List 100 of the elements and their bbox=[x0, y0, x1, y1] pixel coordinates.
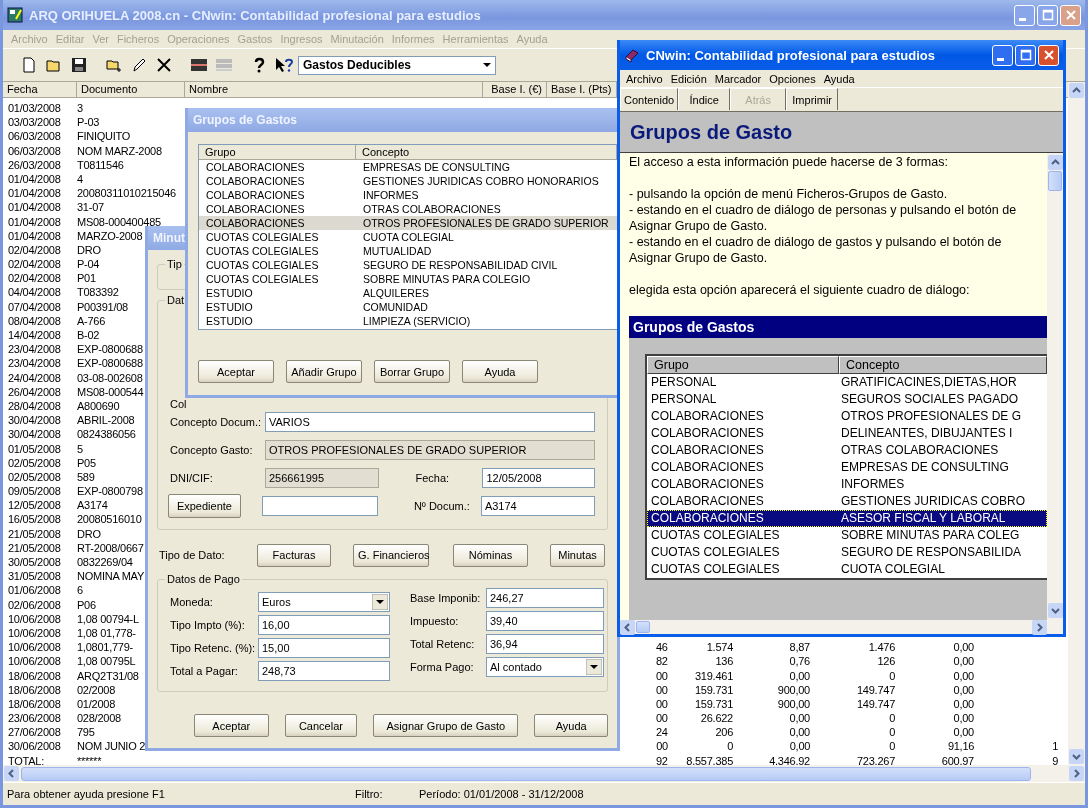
list-row[interactable]: COLABORACIONES GESTIONES JURIDICAS COBRO HONORARIOS bbox=[199, 174, 617, 188]
list-row[interactable]: ESTUDIO ALQUILERES bbox=[199, 286, 617, 300]
dialog-button[interactable]: Ayuda bbox=[534, 714, 608, 737]
menu-item[interactable]: Marcador bbox=[710, 72, 766, 85]
table-cell-text: 30/05/2008 bbox=[7, 555, 62, 570]
ledger-icon bbox=[214, 57, 233, 73]
menu-item[interactable]: Edición bbox=[666, 72, 711, 85]
horizontal-scrollbar[interactable] bbox=[620, 620, 1063, 634]
list-row[interactable]: CUOTAS COLEGIALES MUTUALIDAD bbox=[199, 244, 617, 258]
dialog-button[interactable]: Aceptar bbox=[198, 360, 274, 383]
group-label: Datos de Pago bbox=[166, 573, 241, 585]
dropdown[interactable]: Al contado bbox=[486, 656, 604, 677]
topic-title: Grupos de Gasto bbox=[630, 120, 793, 144]
list-row[interactable]: COLABORACIONES OTRAS COLABORACIONES bbox=[199, 202, 617, 216]
close-icon bbox=[1064, 9, 1077, 21]
list-row[interactable]: COLABORACIONES OTROS PROFESIONALES DE GRADO SUPERIOR bbox=[199, 216, 617, 230]
text-field[interactable] bbox=[261, 496, 378, 516]
minimize-button[interactable] bbox=[992, 44, 1013, 66]
data-type-button[interactable]: G. Financieros bbox=[353, 543, 429, 567]
help-nav-button[interactable]: Índice bbox=[678, 88, 731, 110]
text-field[interactable]: 39,40 bbox=[486, 610, 604, 631]
column-header[interactable]: Base I. (€) bbox=[483, 82, 547, 98]
dialog-button[interactable]: Añadir Grupo bbox=[286, 360, 362, 383]
list-row[interactable]: CUOTAS COLEGIALES SEGURO DE RESPONSABILIDAD CIVIL bbox=[199, 258, 617, 272]
help-paragraph: - estando en el cuadro de diálogo de personas y pulsando el botón de Asignar Grupo de Gasto. bbox=[629, 202, 1018, 234]
vertical-scrollbar[interactable] bbox=[1068, 82, 1085, 765]
minimize-icon bbox=[997, 57, 1004, 61]
list-row[interactable]: COLABORACIONES INFORMES bbox=[199, 188, 617, 202]
table-cell-text: 18/06/2008 bbox=[7, 696, 62, 712]
table-cell-text: 136 bbox=[714, 654, 733, 669]
list-row[interactable]: ESTUDIO LIMPIEZA (SERVICIO) bbox=[199, 314, 617, 328]
scrollbar-thumb[interactable] bbox=[1048, 171, 1062, 191]
field-label: Col bbox=[170, 397, 188, 411]
table-cell-text: 8,87 bbox=[788, 640, 810, 655]
table-cell-text: 24 bbox=[656, 725, 669, 740]
text-field[interactable]: 248,73 bbox=[258, 660, 390, 681]
table-cell-text: 02/04/2008 bbox=[7, 257, 62, 272]
column-header[interactable]: Documento bbox=[77, 82, 185, 98]
text-field[interactable]: 15,00 bbox=[258, 637, 390, 658]
vertical-scrollbar[interactable] bbox=[1047, 153, 1063, 620]
save-icon bbox=[70, 57, 87, 73]
table-cell-text: 0,76 bbox=[788, 654, 810, 669]
column-header[interactable]: Nombre bbox=[185, 82, 483, 98]
close-button[interactable] bbox=[1038, 44, 1059, 66]
data-type-button[interactable]: Facturas bbox=[257, 543, 331, 567]
table-cell-text: 00 bbox=[656, 739, 669, 754]
column-header[interactable]: Grupo bbox=[199, 145, 356, 160]
text-field[interactable]: OTROS PROFESIONALES DE GRADO SUPERIOR bbox=[265, 440, 595, 460]
dialog-button[interactable]: Aceptar bbox=[194, 714, 269, 737]
expediente-button[interactable]: Expediente bbox=[168, 494, 241, 518]
dialog-button[interactable]: Cancelar bbox=[284, 714, 358, 737]
table-cell-text: 30/04/2008 bbox=[7, 427, 62, 442]
column-header[interactable]: Concepto bbox=[356, 145, 617, 160]
list-row[interactable]: COLABORACIONES EMPRESAS DE CONSULTING bbox=[199, 160, 617, 174]
dialog-button[interactable]: Ayuda bbox=[462, 360, 538, 383]
table-cell-text: 149.747 bbox=[856, 682, 895, 697]
table-cell-text: 01/06/2008 bbox=[7, 583, 62, 598]
data-type-button[interactable]: Minutas bbox=[550, 543, 605, 567]
text-field[interactable]: 16,00 bbox=[258, 614, 390, 635]
list-row[interactable]: CUOTAS COLEGIALES SOBRE MINUTAS PARA COLEGIO bbox=[199, 272, 617, 286]
menu-item[interactable]: Ayuda bbox=[819, 72, 859, 85]
table-cell-text: EXP-0800688 bbox=[77, 342, 144, 357]
text-field[interactable]: 246,27 bbox=[486, 587, 604, 608]
table-cell-text: 0,00 bbox=[788, 739, 811, 754]
text-field[interactable]: VARIOS bbox=[265, 412, 595, 432]
maximize-button[interactable] bbox=[1015, 44, 1036, 66]
table-cell-text: 24/04/2008 bbox=[7, 370, 62, 385]
data-type-button[interactable]: Nóminas bbox=[453, 543, 528, 567]
menu-item[interactable]: Opciones bbox=[765, 72, 820, 85]
text-field[interactable]: A3174 bbox=[480, 496, 595, 516]
column-header[interactable]: Fecha bbox=[3, 82, 77, 98]
maximize-icon bbox=[1041, 9, 1054, 21]
list-row[interactable]: ESTUDIO COMUNIDAD bbox=[199, 300, 617, 314]
table-cell-text: 149.747 bbox=[856, 696, 895, 712]
scrollbar-thumb[interactable] bbox=[636, 621, 650, 633]
menu-item[interactable]: Archivo bbox=[622, 72, 667, 85]
table-cell-text: 02/2008 bbox=[77, 682, 116, 697]
help-nav-button[interactable]: Contenido bbox=[620, 88, 679, 110]
table-cell-text: DRO bbox=[77, 526, 102, 541]
caret-icon bbox=[586, 658, 602, 675]
table-cell-text: 0824386056 bbox=[77, 427, 137, 442]
dialog-button[interactable]: Asignar Grupo de Gasto bbox=[373, 714, 519, 737]
dropdown[interactable]: Euros bbox=[258, 591, 390, 612]
table-cell-text: 82 bbox=[656, 654, 669, 669]
date-field[interactable]: 12/05/2008 bbox=[482, 468, 595, 488]
maximize-icon bbox=[1019, 49, 1032, 61]
view-dropdown[interactable]: Gastos Deducibles bbox=[298, 55, 496, 75]
help-nav-button[interactable]: Imprimir bbox=[786, 88, 839, 110]
text-field[interactable]: 36,94 bbox=[486, 633, 604, 654]
scrollbar-thumb[interactable] bbox=[21, 766, 1031, 781]
horizontal-scrollbar[interactable] bbox=[3, 765, 1085, 782]
dialog-button[interactable]: Borrar Grupo bbox=[374, 360, 450, 383]
list-row[interactable]: CUOTAS COLEGIALES CUOTA COLEGIAL bbox=[199, 230, 617, 244]
help-paragraph: elegida esta opción aparecerá el siguiente cuadro de diálogo: bbox=[629, 282, 971, 298]
table-cell-text: 04/04/2008 bbox=[7, 285, 62, 300]
table-cell-text: 12/05/2008 bbox=[7, 498, 62, 513]
table-cell-text: 30/04/2008 bbox=[7, 413, 62, 428]
table-cell-text: ABRIL-2008 bbox=[77, 413, 136, 428]
text-field[interactable]: 256661995 bbox=[265, 468, 380, 488]
table-cell-text: A-766 bbox=[77, 313, 107, 328]
